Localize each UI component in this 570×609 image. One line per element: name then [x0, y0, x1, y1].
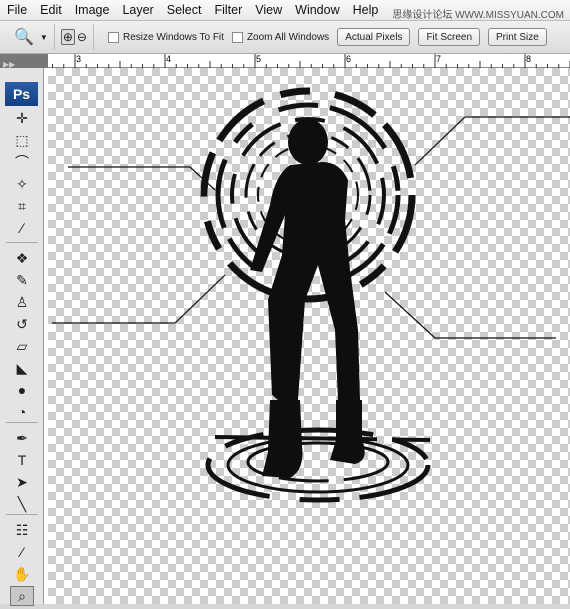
- watermark: 思缘设计论坛 WWW.MISSYUAN.COM: [392, 10, 564, 21]
- menu-file[interactable]: File: [0, 3, 33, 17]
- menu-view[interactable]: View: [248, 3, 288, 17]
- menu-layer[interactable]: Layer: [115, 3, 159, 17]
- history-brush-tool-icon[interactable]: ↺: [10, 314, 34, 334]
- ruler-label: 6: [346, 54, 352, 64]
- line-tool-icon[interactable]: ╲: [10, 494, 34, 514]
- zoom-tool-icon[interactable]: 🔍: [14, 27, 34, 47]
- resize-windows-checkbox[interactable]: [107, 31, 119, 43]
- paint-bucket-tool-icon[interactable]: ◣: [10, 358, 34, 378]
- slice-tool-icon[interactable]: ∕: [10, 218, 34, 238]
- healing-brush-tool-icon[interactable]: ❖: [10, 248, 34, 268]
- divider: [53, 24, 55, 50]
- zoom-tool-icon[interactable]: ⌕: [10, 586, 34, 606]
- ruler-label: 4: [166, 54, 172, 64]
- clone-stamp-tool-icon[interactable]: ♙: [10, 292, 34, 312]
- toolbox-divider: [6, 242, 38, 243]
- callout-line: [68, 166, 216, 191]
- marquee-tool-icon[interactable]: ⬚: [10, 130, 34, 150]
- floor-ring: [226, 436, 410, 494]
- zoom-in-icon[interactable]: ⊕: [60, 29, 75, 45]
- notes-tool-icon[interactable]: ☷: [10, 520, 34, 540]
- callout-line: [414, 116, 570, 166]
- zoom-out-icon[interactable]: ⊖: [77, 30, 87, 44]
- blur-tool-icon[interactable]: ●: [10, 380, 34, 400]
- type-tool-icon[interactable]: T: [10, 450, 34, 470]
- menu-edit[interactable]: Edit: [33, 3, 68, 17]
- options-bar: 🔍 ▼ ⊕ ⊖ Resize Windows To Fit Zoom All W…: [0, 20, 570, 54]
- zoom-all-windows-checkbox[interactable]: [231, 31, 243, 43]
- eraser-tool-icon[interactable]: ▱: [10, 336, 34, 356]
- menu-filter[interactable]: Filter: [207, 3, 248, 17]
- menu-bar: File Edit Image Layer Select Filter View…: [0, 0, 570, 21]
- magic-wand-tool-icon[interactable]: ✧: [10, 174, 34, 194]
- toolbox-divider: [6, 422, 38, 423]
- ruler-label: 3: [76, 54, 82, 64]
- menu-window[interactable]: Window: [288, 3, 345, 17]
- path-selection-tool-icon[interactable]: ➤: [10, 472, 34, 492]
- crop-tool-icon[interactable]: ⌗: [10, 196, 34, 216]
- resize-windows-label: Resize Windows To Fit: [122, 31, 224, 43]
- fit-screen-button[interactable]: Fit Screen: [418, 28, 481, 46]
- actual-pixels-button[interactable]: Actual Pixels: [337, 28, 411, 46]
- eyedropper-tool-icon[interactable]: ⁄: [10, 542, 34, 562]
- lasso-tool-icon[interactable]: ⌒: [10, 152, 34, 172]
- ruler-label: 8: [526, 54, 532, 64]
- pen-tool-icon[interactable]: ✒: [10, 428, 34, 448]
- print-size-button[interactable]: Print Size: [488, 28, 547, 46]
- zoom-all-windows-label: Zoom All Windows: [246, 31, 330, 43]
- chevron-down-icon[interactable]: ▼: [40, 33, 48, 42]
- brush-tool-icon[interactable]: ✎: [10, 270, 34, 290]
- document-canvas[interactable]: [48, 68, 570, 604]
- menu-image[interactable]: Image: [68, 3, 116, 17]
- panel-collapse-handle[interactable]: ▶▶: [0, 54, 48, 69]
- toolbox-divider: [6, 514, 38, 515]
- divider: [92, 24, 94, 50]
- ruler-label: 5: [256, 54, 262, 64]
- hand-tool-icon[interactable]: ✋: [10, 564, 34, 584]
- horizontal-ruler: 3 4 5 6 7 8: [48, 54, 570, 68]
- ruler-label: 7: [436, 54, 442, 64]
- move-tool-icon[interactable]: ✛: [10, 108, 34, 128]
- menu-help[interactable]: Help: [346, 3, 385, 17]
- ps-logo: Ps: [5, 82, 38, 106]
- menu-select[interactable]: Select: [160, 3, 208, 17]
- dodge-tool-icon[interactable]: ◔: [10, 402, 34, 422]
- callout-line: [384, 291, 556, 339]
- artwork: [52, 87, 570, 503]
- callout-line: [52, 274, 226, 324]
